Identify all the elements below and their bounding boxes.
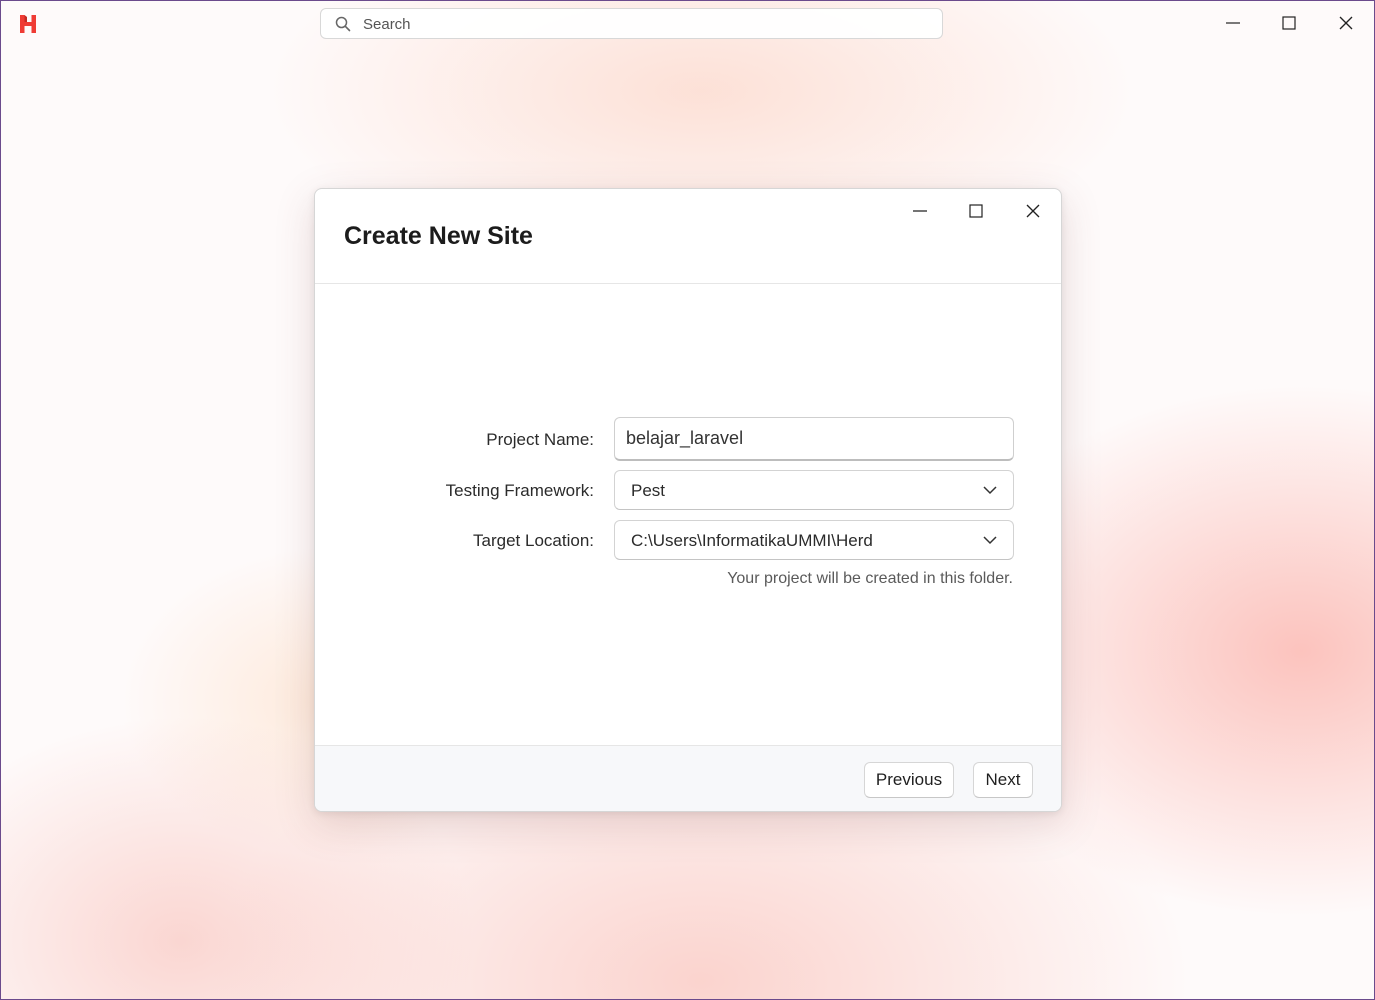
chevron-down-icon	[983, 486, 997, 495]
target-location-select[interactable]: C:\Users\InformatikaUMMI\Herd	[614, 520, 1014, 560]
dialog-close-button[interactable]	[1018, 198, 1048, 224]
testing-framework-value: Pest	[631, 481, 666, 500]
project-name-input[interactable]	[614, 417, 1014, 461]
chevron-down-icon	[983, 536, 997, 545]
close-icon	[1339, 16, 1353, 30]
window-maximize-button[interactable]	[1271, 9, 1307, 37]
search-icon	[335, 16, 351, 32]
window-close-button[interactable]	[1328, 9, 1364, 37]
create-site-dialog: Create New Site Project Name: belajar_la…	[314, 188, 1062, 812]
previous-button[interactable]: Previous	[864, 762, 954, 798]
minimize-icon	[913, 210, 927, 212]
titlebar	[1, 1, 1374, 45]
testing-framework-label: Testing Framework:	[445, 481, 594, 500]
target-location-hint: Your project will be created in this fol…	[727, 570, 1013, 587]
dialog-maximize-button[interactable]	[961, 198, 991, 224]
next-button[interactable]: Next	[973, 762, 1033, 798]
herd-logo-icon	[20, 15, 36, 33]
window-minimize-button[interactable]	[1215, 9, 1251, 37]
close-icon	[1026, 204, 1040, 218]
dialog-footer: Previous Next	[315, 745, 1061, 811]
dialog-title: Create New Site	[344, 222, 533, 250]
dialog-header: Create New Site	[315, 189, 1061, 284]
minimize-icon	[1226, 22, 1240, 24]
dialog-minimize-button[interactable]	[905, 198, 935, 224]
search-input[interactable]	[361, 9, 925, 40]
project-name-label: Project Name:	[486, 430, 594, 449]
search-box[interactable]	[320, 8, 943, 40]
maximize-icon	[969, 204, 983, 218]
target-location-label: Target Location:	[473, 531, 594, 550]
testing-framework-select[interactable]: Pest	[614, 470, 1014, 510]
maximize-icon	[1282, 16, 1296, 30]
app-window: Create New Site Project Name:	[0, 0, 1375, 1000]
target-location-value: C:\Users\InformatikaUMMI\Herd	[631, 531, 873, 550]
